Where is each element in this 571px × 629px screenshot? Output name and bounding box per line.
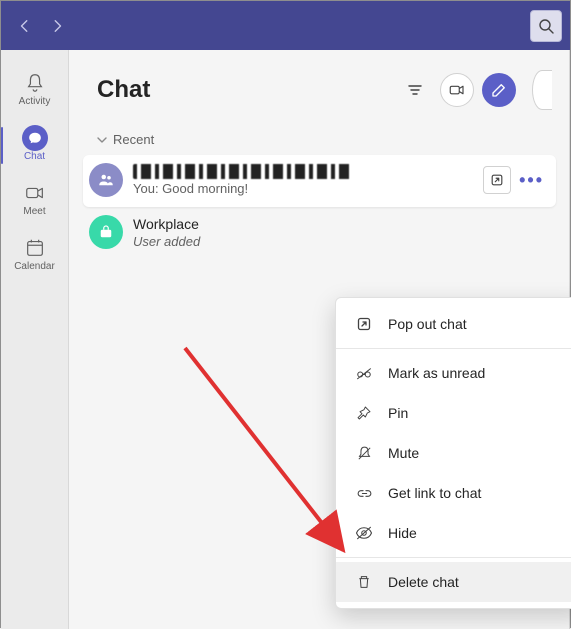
- chat-preview: User added: [133, 234, 546, 249]
- chat-context-menu: Pop out chat Mark as unread Pin Mute: [335, 297, 571, 609]
- menu-mute[interactable]: Mute: [336, 433, 571, 473]
- menu-get-link[interactable]: Get link to chat: [336, 473, 571, 513]
- filter-button[interactable]: [398, 73, 432, 107]
- titlebar: [1, 1, 570, 50]
- menu-delete-chat[interactable]: Delete chat: [336, 562, 571, 602]
- pin-icon: [354, 403, 374, 423]
- rail-label: Chat: [1, 151, 68, 162]
- chevron-left-icon: [18, 19, 32, 33]
- section-label: Recent: [113, 132, 154, 147]
- rail-item-meet[interactable]: Meet: [1, 174, 68, 227]
- pane-header: Chat: [69, 50, 570, 122]
- meet-now-button[interactable]: [440, 73, 474, 107]
- more-options-button[interactable]: •••: [517, 170, 546, 191]
- trash-icon: [354, 572, 374, 592]
- compose-icon: [490, 81, 508, 99]
- chat-filled-icon: [22, 125, 48, 151]
- menu-separator: [336, 557, 571, 558]
- chat-name-redacted: [133, 164, 353, 179]
- chat-name: Workplace: [133, 216, 546, 232]
- app-rail: Activity Chat Meet Calendar: [1, 50, 69, 629]
- chevron-right-icon: [50, 19, 64, 33]
- section-recent[interactable]: Recent: [69, 122, 570, 155]
- menu-label: Hide: [388, 525, 417, 541]
- menu-hide[interactable]: Hide: [336, 513, 571, 553]
- workplace-avatar-icon: [89, 215, 123, 249]
- nav-forward-button[interactable]: [43, 12, 71, 40]
- glasses-icon: [354, 363, 374, 383]
- chat-list-item[interactable]: Workplace User added: [83, 207, 556, 259]
- new-chat-button[interactable]: [482, 73, 516, 107]
- menu-label: Get link to chat: [388, 485, 481, 501]
- search-button[interactable]: [530, 10, 562, 42]
- rail-label: Meet: [1, 206, 68, 217]
- rail-item-calendar[interactable]: Calendar: [1, 229, 68, 282]
- chevron-down-icon: [97, 135, 107, 145]
- popout-button[interactable]: [483, 166, 511, 194]
- calendar-icon: [24, 237, 46, 259]
- search-icon: [538, 18, 554, 34]
- menu-pin[interactable]: Pin: [336, 393, 571, 433]
- menu-label: Pin: [388, 405, 408, 421]
- menu-label: Delete chat: [388, 574, 459, 590]
- chat-preview: You: Good morning!: [133, 181, 473, 196]
- video-icon: [448, 81, 466, 99]
- rail-label: Activity: [1, 96, 68, 107]
- menu-mark-unread[interactable]: Mark as unread: [336, 353, 571, 393]
- popout-icon: [354, 314, 374, 334]
- bell-icon: [24, 72, 46, 94]
- rail-label: Calendar: [1, 261, 68, 272]
- group-avatar-icon: [89, 163, 123, 197]
- menu-popout-chat[interactable]: Pop out chat: [336, 304, 571, 344]
- rail-item-activity[interactable]: Activity: [1, 64, 68, 117]
- hide-icon: [354, 523, 374, 543]
- link-icon: [354, 483, 374, 503]
- page-title: Chat: [97, 76, 390, 104]
- popout-icon: [490, 173, 504, 187]
- menu-label: Mute: [388, 445, 419, 461]
- menu-separator: [336, 348, 571, 349]
- chat-pane: Chat Recent You: Good m: [69, 50, 570, 629]
- menu-label: Pop out chat: [388, 316, 467, 332]
- menu-label: Mark as unread: [388, 365, 485, 381]
- filter-icon: [407, 82, 423, 98]
- mute-icon: [354, 443, 374, 463]
- avatar[interactable]: [532, 70, 552, 110]
- nav-back-button[interactable]: [11, 12, 39, 40]
- rail-item-chat[interactable]: Chat: [1, 119, 68, 172]
- video-icon: [24, 182, 46, 204]
- chat-list-item[interactable]: You: Good morning! •••: [83, 155, 556, 207]
